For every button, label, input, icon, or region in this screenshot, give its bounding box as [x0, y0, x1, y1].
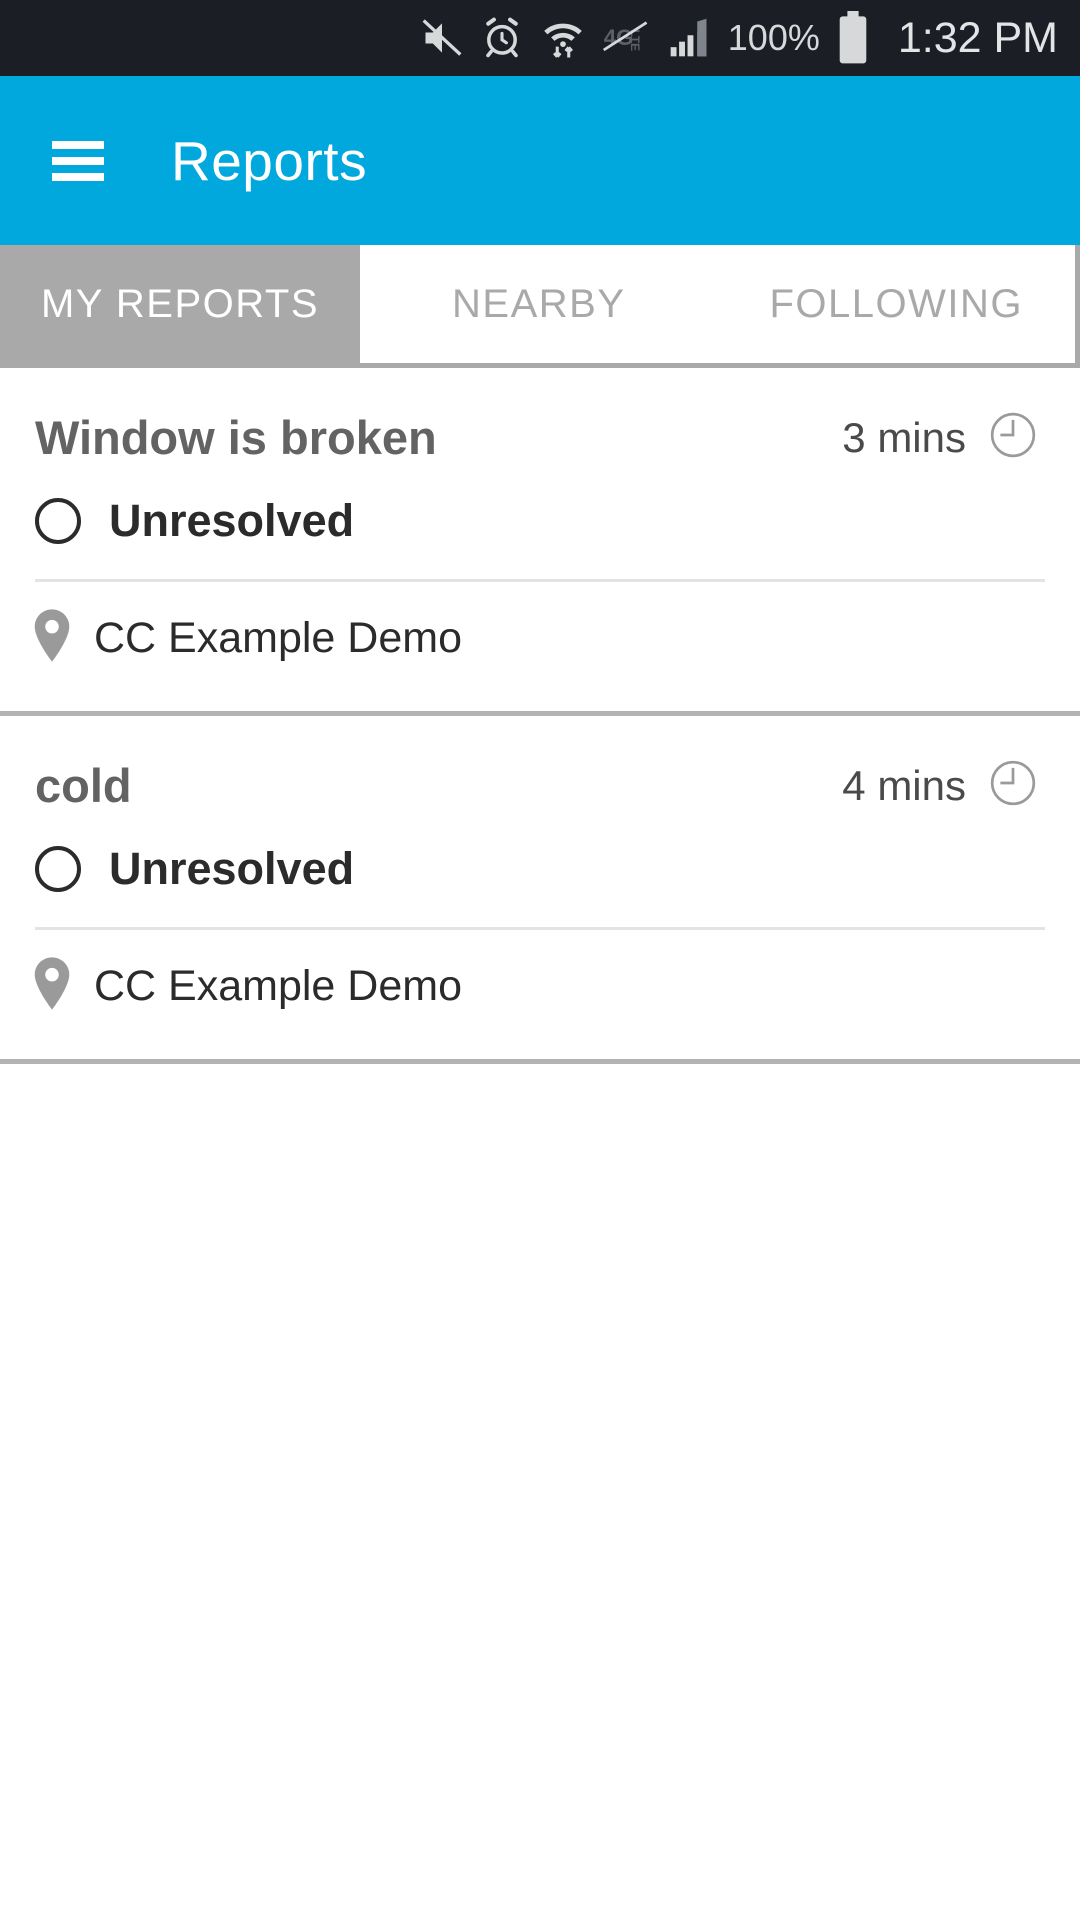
tab-my-reports-label: MY REPORTS [40, 281, 320, 326]
report-status-group[interactable]: Unresolved [0, 465, 1080, 547]
wifi-data-transfer-icon [540, 15, 586, 61]
lte-disabled-icon: 4G LTE [602, 17, 650, 59]
report-location-group: CC Example Demo [0, 582, 1080, 711]
table-row[interactable]: cold 4 mins Unresolved CC Example Demo [0, 716, 1080, 1064]
report-list: Window is broken 3 mins Unresolved CC Ex… [0, 368, 1080, 1064]
report-time-label: 3 mins [842, 413, 966, 461]
report-location-group: CC Example Demo [0, 930, 1080, 1059]
report-time-group: 4 mins [842, 758, 1038, 813]
tab-following[interactable]: FOLLOWING [717, 245, 1075, 363]
clock-time-label: 1:32 PM [897, 13, 1058, 62]
status-bar: 4G LTE 100% 1:32 PM [0, 0, 1080, 76]
status-badge: Unresolved [109, 495, 355, 546]
status-badge: Unresolved [109, 843, 355, 894]
clock-icon [988, 758, 1038, 813]
alarm-clock-icon [480, 16, 524, 60]
battery-full-icon [836, 11, 870, 65]
app-bar: Reports [0, 76, 1080, 245]
hamburger-menu-icon[interactable] [52, 140, 104, 181]
tab-bar: MY REPORTS NEARBY FOLLOWING [0, 245, 1080, 368]
report-time-label: 4 mins [842, 761, 966, 809]
tab-nearby-label: NEARBY [452, 281, 626, 326]
cellular-signal-icon [666, 16, 712, 60]
report-header: cold 4 mins [0, 716, 1080, 813]
unresolved-circle-icon[interactable] [35, 498, 81, 544]
table-row[interactable]: Window is broken 3 mins Unresolved CC Ex… [0, 368, 1080, 716]
report-location-label: CC Example Demo [94, 962, 462, 1010]
unresolved-circle-icon[interactable] [35, 846, 81, 892]
report-time-group: 3 mins [842, 410, 1038, 465]
report-title: Window is broken [35, 411, 437, 464]
map-pin-icon [30, 608, 74, 669]
tab-nearby[interactable]: NEARBY [360, 245, 718, 363]
report-status-group[interactable]: Unresolved [0, 813, 1080, 895]
battery-percent-label: 100% [727, 17, 820, 58]
mute-icon [420, 16, 464, 60]
report-location-label: CC Example Demo [94, 614, 462, 662]
page-title: Reports [171, 129, 368, 192]
clock-icon [988, 410, 1038, 465]
report-title: cold [35, 759, 132, 812]
report-header: Window is broken 3 mins [0, 368, 1080, 465]
tab-my-reports[interactable]: MY REPORTS [0, 245, 360, 363]
tab-following-label: FOLLOWING [769, 281, 1024, 326]
map-pin-icon [30, 956, 74, 1017]
